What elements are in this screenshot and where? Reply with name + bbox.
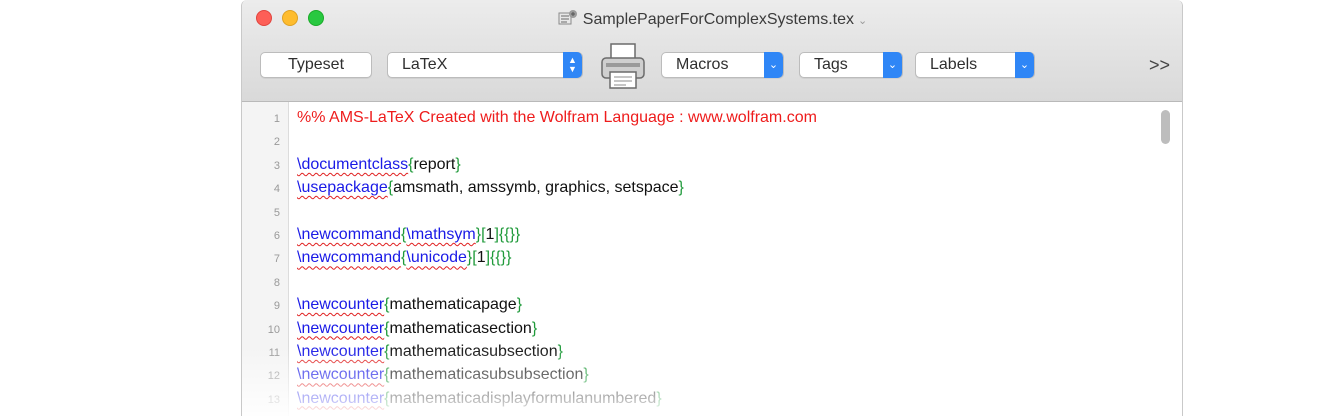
code-text: \newcounter{mathematicasection} — [297, 319, 538, 337]
code-line[interactable]: 5 — [242, 201, 1142, 224]
code-line[interactable]: 3 \documentclass{report} — [242, 154, 1142, 177]
code-line[interactable]: 13 \newcounter{mathematicadisplayformulan… — [242, 388, 1142, 411]
code-text: \newcounter{mathematicadisplayformulanum… — [297, 389, 662, 407]
code-text: %% AMS-LaTeX Created with the Wolfram La… — [297, 109, 817, 126]
line-number: 6 — [273, 229, 280, 242]
code-line[interactable]: 6 \newcommand{\mathsym}[1]{{}} — [242, 224, 1142, 247]
engine-select[interactable]: LaTeX ▲ ▼ — [387, 52, 583, 78]
up-down-arrows-icon: ▲ ▼ — [563, 52, 582, 78]
line-number: 8 — [273, 276, 280, 289]
line-number: 3 — [273, 159, 280, 172]
line-number: 4 — [273, 183, 280, 196]
line-number: 9 — [273, 300, 280, 313]
code-line[interactable]: 1 %% AMS-LaTeX Created with the Wolfram L… — [242, 107, 1142, 130]
tags-label: Tags — [814, 56, 848, 73]
code-text: \documentclass{report} — [297, 155, 461, 173]
code-line[interactable]: 7 \newcommand{\unicode}[1]{{}} — [242, 247, 1142, 270]
editor-window: SamplePaperForComplexSystems.tex ⌄ Typese… — [241, 0, 1183, 416]
macros-menu[interactable]: Macros ⌄ — [661, 52, 784, 78]
window-title-area[interactable]: SamplePaperForComplexSystems.tex ⌄ — [242, 8, 1182, 31]
engine-select-value: LaTeX — [402, 56, 448, 73]
code-text: \newcounter{mathematicasubsection} — [297, 342, 563, 360]
code-text: \newcommand{\mathsym}[1]{{}} — [297, 225, 521, 243]
code-text: \newcounter{mathematicasubsubsection} — [297, 366, 589, 384]
macros-label: Macros — [676, 56, 729, 73]
code-text: \newcounter{mathematicapage} — [297, 296, 523, 314]
line-number: 10 — [267, 323, 280, 336]
code-line[interactable]: 10 \newcounter{mathematicasection} — [242, 318, 1142, 341]
code-line[interactable]: 2 — [242, 130, 1142, 153]
line-number: 5 — [273, 206, 280, 219]
typeset-button[interactable]: Typeset — [260, 52, 372, 78]
chevron-down-icon: ⌄ — [883, 52, 902, 78]
vertical-scrollbar[interactable] — [1161, 110, 1170, 144]
labels-label: Labels — [930, 56, 978, 73]
line-number: 1 — [273, 113, 280, 125]
line-number: 2 — [273, 136, 280, 149]
code-text: \newcommand{\unicode}[1]{{}} — [297, 249, 512, 267]
toolbar-overflow-button[interactable]: >> — [1149, 55, 1170, 76]
code-line[interactable]: 4 \usepackage{amsmath, amssymb, graphics,… — [242, 177, 1142, 200]
chevron-down-icon[interactable]: ⌄ — [858, 15, 867, 27]
source-editor[interactable]: 1 %% AMS-LaTeX Created with the Wolfram L… — [242, 102, 1182, 416]
tags-menu[interactable]: Tags ⌄ — [799, 52, 903, 78]
chevron-down-icon: ⌄ — [1015, 52, 1034, 78]
code-line[interactable]: 8 — [242, 271, 1142, 294]
title-bar: SamplePaperForComplexSystems.tex ⌄ Typese… — [242, 0, 1182, 102]
tex-document-icon — [557, 8, 579, 31]
line-number: 7 — [273, 253, 280, 266]
code-text: \usepackage{amsmath, amssymb, graphics, … — [297, 179, 684, 197]
printer-icon[interactable] — [597, 40, 649, 92]
code-line[interactable]: 11 \newcounter{mathematicasubsection} — [242, 341, 1142, 364]
code-line[interactable]: 9 \newcounter{mathematicapage} — [242, 294, 1142, 317]
line-number: 13 — [267, 393, 280, 406]
code-lines: 1 %% AMS-LaTeX Created with the Wolfram L… — [242, 107, 1142, 411]
chevron-down-icon: ⌄ — [764, 52, 783, 78]
window-title: SamplePaperForComplexSystems.tex — [582, 11, 854, 28]
labels-menu[interactable]: Labels ⌄ — [915, 52, 1035, 78]
line-number: 12 — [267, 370, 280, 383]
line-number: 11 — [268, 346, 280, 359]
code-line[interactable]: 12 \newcounter{mathematicasubsubsection} — [242, 364, 1142, 387]
